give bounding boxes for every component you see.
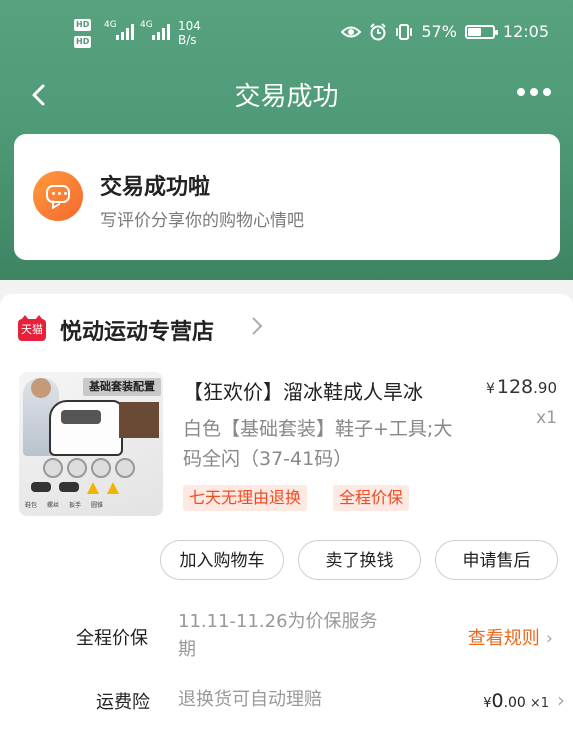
shipping-insurance-text: 退换货可自动理赔 (178, 689, 322, 710)
hd-indicators: HD HD (74, 18, 94, 48)
accessory-label: 螺丝 (47, 502, 60, 509)
accessory-label: 圆锥 (91, 502, 104, 509)
review-prompt-card[interactable]: 交易成功啦 写评价分享你的购物心情吧 (14, 134, 560, 260)
price-protect-tag: 全程价保 (333, 485, 410, 511)
after-sales-button[interactable]: 申请售后 (435, 540, 558, 580)
battery-fill (467, 27, 481, 36)
signal-type-2: 4G (140, 20, 153, 30)
price-protect-text: 11.11-11.26为价保服务期 (178, 611, 378, 660)
return-policy-tag: 七天无理由退换 (183, 485, 308, 511)
chevron-right-icon[interactable]: › (557, 688, 565, 712)
chevron-right-icon: › (545, 628, 553, 649)
shop-name[interactable]: 悦动运动专营店 (60, 314, 214, 346)
shipping-insurance-label: 运费险 (96, 692, 150, 713)
fee-decimal: .00 (503, 695, 526, 711)
vibrate-icon (396, 23, 413, 40)
product-image[interactable]: 基础套装配置 鞋包 螺丝 扳手 圆锥 (19, 372, 163, 516)
price-integer: 128 (496, 376, 534, 398)
fee-quantity: ×1 (529, 696, 549, 711)
network-speed: 104 B/s (178, 19, 201, 47)
more-button[interactable] (517, 88, 551, 96)
battery-percent: 57% (421, 22, 457, 41)
status-bar: HD HD 4G 4G 104 B/s 57% 12:05 (0, 0, 573, 70)
view-rules-label: 查看规则 (467, 628, 540, 649)
product-title[interactable]: 【狂欢价】溜冰鞋成人旱冰 (183, 376, 423, 405)
price-decimal: .90 (533, 379, 557, 397)
product-sku: 白色【基础套装】鞋子+工具;大码全闪（37-41码） (183, 418, 453, 470)
chevron-right-icon[interactable] (250, 314, 264, 344)
status-icons: 57% 12:05 (341, 22, 549, 41)
success-subtitle: 写评价分享你的购物心情吧 (100, 211, 304, 231)
signal-type-1: 4G (104, 20, 117, 30)
alarm-icon (370, 22, 387, 40)
tmall-logo-icon: 天猫 (18, 315, 46, 341)
hd-badge-1: HD (74, 19, 92, 31)
inset-photo (119, 402, 159, 438)
view-rules-link[interactable]: 查看规则 › (468, 624, 553, 650)
success-title: 交易成功啦 (100, 175, 211, 200)
accessory-label: 鞋包 (25, 502, 38, 509)
accessory-labels: 鞋包 螺丝 扳手 圆锥 (25, 500, 103, 509)
signal-bars-1-icon (116, 24, 134, 40)
battery-icon (464, 24, 498, 39)
accessories-icon (31, 482, 119, 494)
sell-button[interactable]: 卖了换钱 (298, 540, 421, 580)
hd-badge-2: HD (74, 36, 92, 48)
order-card: 天猫 悦动运动专营店 基础套装配置 鞋包 螺丝 扳手 圆锥 【狂欢价】溜冰鞋成人… (0, 294, 573, 734)
eye-icon (341, 26, 362, 37)
price-protect-label: 全程价保 (76, 628, 148, 649)
product-price: ¥128.90 (486, 376, 557, 398)
signal-bars-2-icon (152, 24, 170, 40)
network-speed-value: 104 (178, 19, 201, 33)
product-image-header: 基础套装配置 (83, 378, 161, 396)
clock-time: 12:05 (502, 22, 549, 41)
wheels-icon (43, 458, 135, 478)
more-dots-icon (517, 88, 525, 96)
fee-integer: 0 (491, 690, 504, 712)
product-quantity: x1 (536, 408, 557, 428)
skate-icon (49, 400, 123, 456)
accessory-label: 扳手 (69, 502, 82, 509)
page-title: 交易成功 (234, 82, 339, 112)
comment-bubble-icon (33, 171, 83, 221)
shipping-insurance-fee: ¥0.00 ×1 (483, 690, 549, 712)
add-to-cart-button[interactable]: 加入购物车 (160, 540, 284, 580)
network-speed-unit: B/s (178, 33, 197, 47)
price-symbol: ¥ (485, 381, 495, 397)
